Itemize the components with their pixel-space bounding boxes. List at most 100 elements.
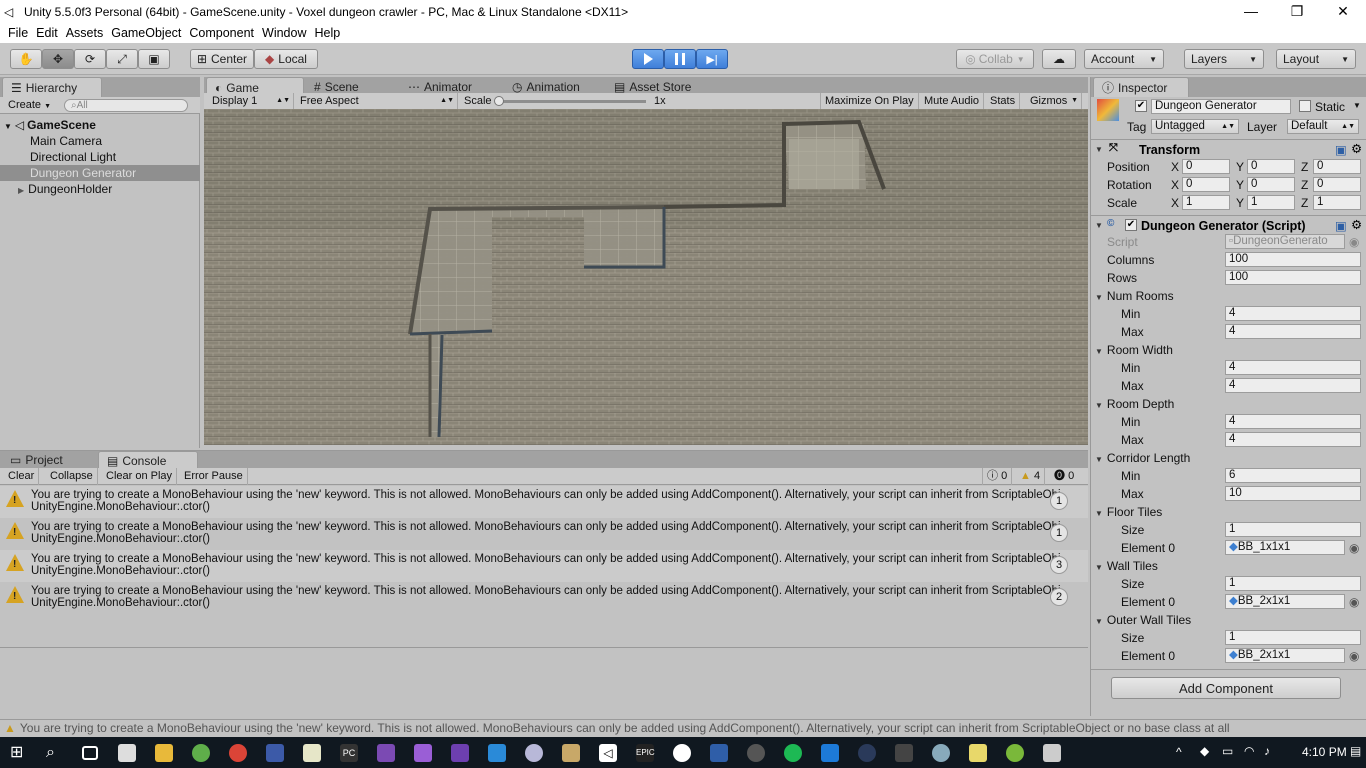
floor-tiles-size-field[interactable]: 1 — [1225, 522, 1361, 537]
notepad-icon[interactable] — [303, 744, 321, 762]
error-pause-toggle[interactable]: Error Pause — [180, 468, 248, 485]
rotate-tool-icon[interactable]: ⟳ — [74, 49, 106, 69]
minimize-icon[interactable]: — — [1228, 0, 1274, 23]
console-entry[interactable]: ! You are trying to create a MonoBehavio… — [0, 486, 1088, 518]
clock[interactable]: 4:10 PM — [1302, 745, 1347, 759]
floor-tiles-element-field[interactable]: ◆BB_1x1x1 — [1225, 540, 1345, 555]
menu-edit[interactable]: Edit — [36, 26, 58, 40]
dropbox-icon[interactable]: ◆ — [1200, 744, 1209, 758]
vscode-icon[interactable] — [488, 744, 506, 762]
menu-help[interactable]: Help — [314, 26, 340, 40]
visual-studio-icon[interactable] — [414, 744, 432, 762]
rows-field[interactable]: 100 — [1225, 270, 1361, 285]
collab-dropdown[interactable]: ◎ Collab ▼ — [956, 49, 1034, 69]
help-book-icon[interactable]: ▣ — [1335, 218, 1347, 233]
wall-tiles-element-field[interactable]: ◆BB_2x1x1 — [1225, 594, 1345, 609]
display-dropdown[interactable]: Display 1 ▲▼ — [208, 93, 294, 110]
app-icon[interactable] — [1006, 744, 1024, 762]
hierarchy-item[interactable]: Main Camera — [0, 133, 200, 149]
hierarchy-search-input[interactable]: ⌕All — [64, 99, 188, 112]
account-dropdown[interactable]: Account ▼ — [1084, 49, 1164, 69]
scene-row[interactable]: ▼ ◁ GameScene — [0, 117, 200, 133]
object-picker-icon[interactable]: ◉ — [1349, 649, 1359, 663]
tab-project[interactable]: ▭ Project — [2, 451, 71, 469]
restore-icon[interactable]: ❐ — [1274, 0, 1320, 23]
room-width-min-field[interactable]: 4 — [1225, 360, 1361, 375]
static-checkbox[interactable] — [1299, 100, 1311, 112]
app-icon[interactable] — [192, 744, 210, 762]
num-rooms-max-field[interactable]: 4 — [1225, 324, 1361, 339]
app-icon[interactable] — [895, 744, 913, 762]
rotation-z-field[interactable]: 0 — [1313, 177, 1361, 192]
console-entry[interactable]: ! You are trying to create a MonoBehavio… — [0, 550, 1088, 582]
pc-app-icon[interactable]: PC — [340, 744, 358, 762]
game-viewport[interactable] — [204, 109, 1088, 445]
layer-dropdown[interactable]: Default ▲▼ — [1287, 119, 1359, 134]
tray-chevron-icon[interactable]: ^ — [1176, 745, 1182, 759]
rotation-y-field[interactable]: 0 — [1247, 177, 1295, 192]
corridor-max-field[interactable]: 10 — [1225, 486, 1361, 501]
gizmos-dropdown[interactable]: Gizmos ▼ — [1026, 93, 1082, 110]
file-explorer-icon[interactable] — [155, 744, 173, 762]
mute-audio-toggle[interactable]: Mute Audio — [920, 93, 985, 110]
menu-gameobject[interactable]: GameObject — [111, 26, 181, 40]
layout-dropdown[interactable]: Layout ▼ — [1276, 49, 1356, 69]
hierarchy-item-selected[interactable]: Dungeon Generator — [0, 165, 200, 181]
pivot-center-button[interactable]: ⊞ Center — [190, 49, 254, 69]
outer-wall-tiles-foldout[interactable]: ▼ Outer Wall Tiles — [1095, 613, 1191, 627]
visual-studio-icon[interactable] — [451, 744, 469, 762]
columns-field[interactable]: 100 — [1225, 252, 1361, 267]
battery-icon[interactable]: ▭ — [1222, 744, 1233, 758]
clear-on-play-toggle[interactable]: Clear on Play — [102, 468, 178, 485]
scale-slider-handle[interactable] — [494, 96, 504, 106]
scale-tool-icon[interactable]: ⤢ — [106, 49, 138, 69]
app-icon[interactable] — [1043, 744, 1061, 762]
corridor-length-foldout[interactable]: ▼ Corridor Length — [1095, 451, 1190, 465]
help-book-icon[interactable]: ▣ — [1335, 142, 1347, 157]
active-checkbox[interactable]: ✔ — [1135, 100, 1147, 112]
stats-toggle[interactable]: Stats — [986, 93, 1021, 110]
scale-slider[interactable] — [498, 100, 646, 103]
app-icon[interactable] — [821, 744, 839, 762]
position-x-field[interactable]: 0 — [1182, 159, 1230, 174]
object-picker-icon[interactable]: ◉ — [1349, 595, 1359, 609]
create-dropdown[interactable]: Create ▼ — [4, 97, 55, 114]
network-icon[interactable]: ◠ — [1244, 744, 1254, 758]
pause-button[interactable] — [664, 49, 696, 69]
word-icon[interactable] — [266, 744, 284, 762]
scale-z-field[interactable]: 1 — [1313, 195, 1361, 210]
room-depth-min-field[interactable]: 4 — [1225, 414, 1361, 429]
hierarchy-item[interactable]: ▶ DungeonHolder — [0, 181, 200, 197]
tag-dropdown[interactable]: Untagged ▲▼ — [1151, 119, 1239, 134]
add-component-button[interactable]: Add Component — [1111, 677, 1341, 699]
room-depth-foldout[interactable]: ▼ Room Depth — [1095, 397, 1174, 411]
transform-header[interactable]: ▼ ⤧ Transform ▣ ⚙ — [1091, 139, 1366, 158]
app-icon[interactable] — [969, 744, 987, 762]
outer-wall-tiles-element-field[interactable]: ◆BB_2x1x1 — [1225, 648, 1345, 663]
chrome-icon[interactable] — [229, 744, 247, 762]
wall-tiles-size-field[interactable]: 1 — [1225, 576, 1361, 591]
room-depth-max-field[interactable]: 4 — [1225, 432, 1361, 447]
component-enabled-checkbox[interactable]: ✔ — [1125, 219, 1137, 231]
notifications-icon[interactable]: ▤ — [1350, 744, 1361, 758]
position-z-field[interactable]: 0 — [1313, 159, 1361, 174]
tab-console[interactable]: ▤ Console — [98, 451, 198, 469]
menu-file[interactable]: File — [8, 26, 28, 40]
app-icon[interactable] — [562, 744, 580, 762]
scale-y-field[interactable]: 1 — [1247, 195, 1295, 210]
search-icon[interactable]: ⌕ — [46, 744, 64, 762]
hand-tool-icon[interactable]: ✋ — [10, 49, 42, 69]
collapse-toggle[interactable]: Collapse — [46, 468, 98, 485]
unity-taskbar-icon[interactable]: ◁ — [599, 744, 617, 762]
menu-window[interactable]: Window — [262, 26, 306, 40]
gear-icon[interactable]: ⚙ — [1351, 141, 1362, 156]
cloud-button[interactable]: ☁ — [1042, 49, 1076, 69]
rotation-x-field[interactable]: 0 — [1182, 177, 1230, 192]
app-icon[interactable] — [673, 744, 691, 762]
console-entry[interactable]: ! You are trying to create a MonoBehavio… — [0, 582, 1088, 614]
script-component-header[interactable]: ▼ © ✔ Dungeon Generator (Script) ▣ ⚙ — [1091, 215, 1366, 234]
powershell-icon[interactable] — [710, 744, 728, 762]
object-name-field[interactable]: Dungeon Generator — [1151, 99, 1291, 114]
play-button[interactable] — [632, 49, 664, 69]
outer-wall-tiles-size-field[interactable]: 1 — [1225, 630, 1361, 645]
